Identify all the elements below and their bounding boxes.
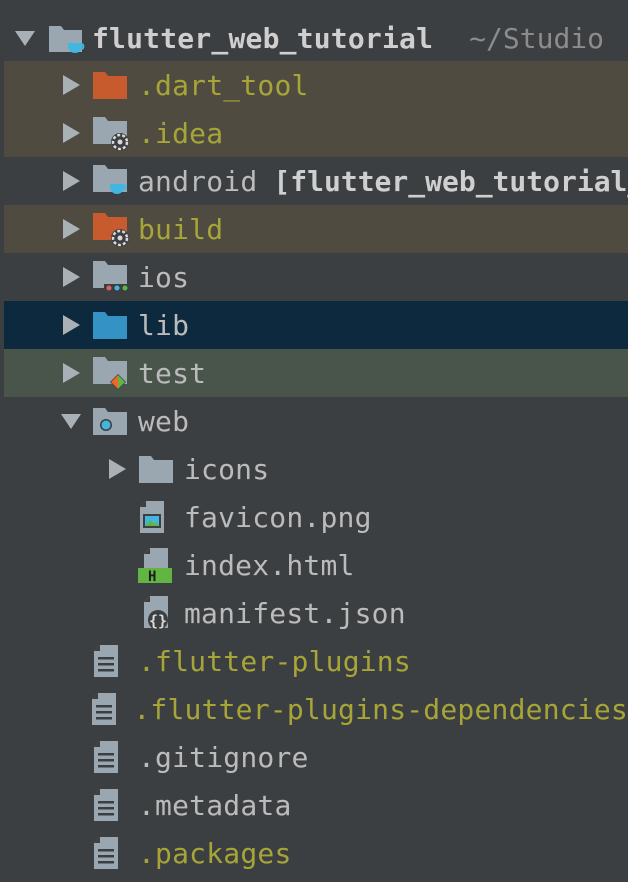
tree-item-label: web	[138, 404, 190, 438]
tree-item[interactable]: lib	[4, 301, 628, 349]
web-folder-icon	[92, 401, 132, 441]
tree-item[interactable]: Hindex.html	[4, 541, 628, 589]
tree-item[interactable]: .packages	[4, 829, 628, 877]
chevron-right-icon[interactable]	[60, 266, 82, 288]
module-folder-icon	[46, 18, 86, 58]
tree-root-row[interactable]: flutter_web_tutorial ~/Studio	[14, 14, 628, 62]
ios-folder-icon	[92, 257, 132, 297]
image-file-icon	[138, 497, 178, 537]
tree-item[interactable]: test	[4, 349, 628, 397]
tree-item[interactable]: .idea	[4, 109, 628, 157]
build-folder-icon	[92, 209, 132, 249]
chevron-right-icon[interactable]	[60, 74, 82, 96]
module-name: [flutter_web_tutorial_android]	[273, 164, 628, 198]
tree-item[interactable]: ios	[4, 253, 628, 301]
tree-item[interactable]: web	[4, 397, 628, 445]
source-folder-icon	[92, 305, 132, 345]
excluded-folder-icon	[92, 65, 132, 105]
tree-item[interactable]: icons	[4, 445, 628, 493]
tree-item-label: icons	[184, 452, 270, 486]
chevron-right-icon[interactable]	[60, 218, 82, 240]
tree-item[interactable]: {} manifest.json	[4, 589, 628, 637]
tree-item[interactable]: .metadata	[4, 781, 628, 829]
config-folder-icon	[92, 113, 132, 153]
chevron-right-icon[interactable]	[60, 362, 82, 384]
root-label: flutter_web_tutorial	[92, 21, 434, 55]
chevron-right-icon[interactable]	[60, 170, 82, 192]
tree-item[interactable]: favicon.png	[4, 493, 628, 541]
html-file-icon: H	[138, 545, 178, 585]
text-file-icon	[92, 737, 132, 777]
tree-item-label: ios	[138, 260, 190, 294]
tree-item-label: index.html	[184, 548, 355, 582]
tree-item-label: .metadata	[138, 788, 292, 822]
text-file-icon	[92, 641, 132, 681]
tree-item[interactable]: .flutter-plugins	[4, 637, 628, 685]
tree-item-label: .flutter-plugins	[138, 644, 411, 678]
tree-item-label: .gitignore	[138, 740, 309, 774]
tree-item[interactable]: android [flutter_web_tutorial_android]	[4, 157, 628, 205]
tree-item[interactable]: .gitignore	[4, 733, 628, 781]
chevron-down-icon[interactable]	[60, 410, 82, 432]
tree-item-label: build	[138, 212, 224, 246]
project-tree: flutter_web_tutorial ~/Studio .dart_tool…	[0, 0, 628, 882]
module-folder-icon	[92, 161, 132, 201]
chevron-right-icon[interactable]	[60, 122, 82, 144]
chevron-right-icon[interactable]	[60, 314, 82, 336]
svg-text:{}: {}	[149, 612, 167, 630]
tree-item-label: .flutter-plugins-dependencies	[133, 692, 628, 726]
tree-item-label: manifest.json	[184, 596, 406, 630]
tree-item-label: .idea	[138, 116, 224, 150]
tree-item[interactable]: .flutter-plugins-dependencies	[4, 685, 628, 733]
svg-text:H: H	[148, 569, 156, 584]
tree-item-label: android	[138, 164, 258, 198]
tree-item-label: lib	[138, 308, 190, 342]
test-folder-icon	[92, 353, 132, 393]
folder-icon	[138, 449, 178, 489]
json-file-icon: {}	[138, 593, 178, 633]
tree-item-label: .dart_tool	[138, 68, 309, 102]
tree-item-label: favicon.png	[184, 500, 372, 534]
chevron-right-icon[interactable]	[106, 458, 128, 480]
root-path: ~/Studio	[469, 21, 605, 55]
text-file-icon	[90, 689, 127, 729]
tree-item[interactable]: .dart_tool	[4, 61, 628, 109]
text-file-icon	[92, 785, 132, 825]
text-file-icon	[92, 833, 132, 873]
tree-item-label: .packages	[138, 836, 292, 870]
chevron-down-icon[interactable]	[14, 27, 36, 49]
tree-item-label: test	[138, 356, 207, 390]
tree-item[interactable]: build	[4, 205, 628, 253]
